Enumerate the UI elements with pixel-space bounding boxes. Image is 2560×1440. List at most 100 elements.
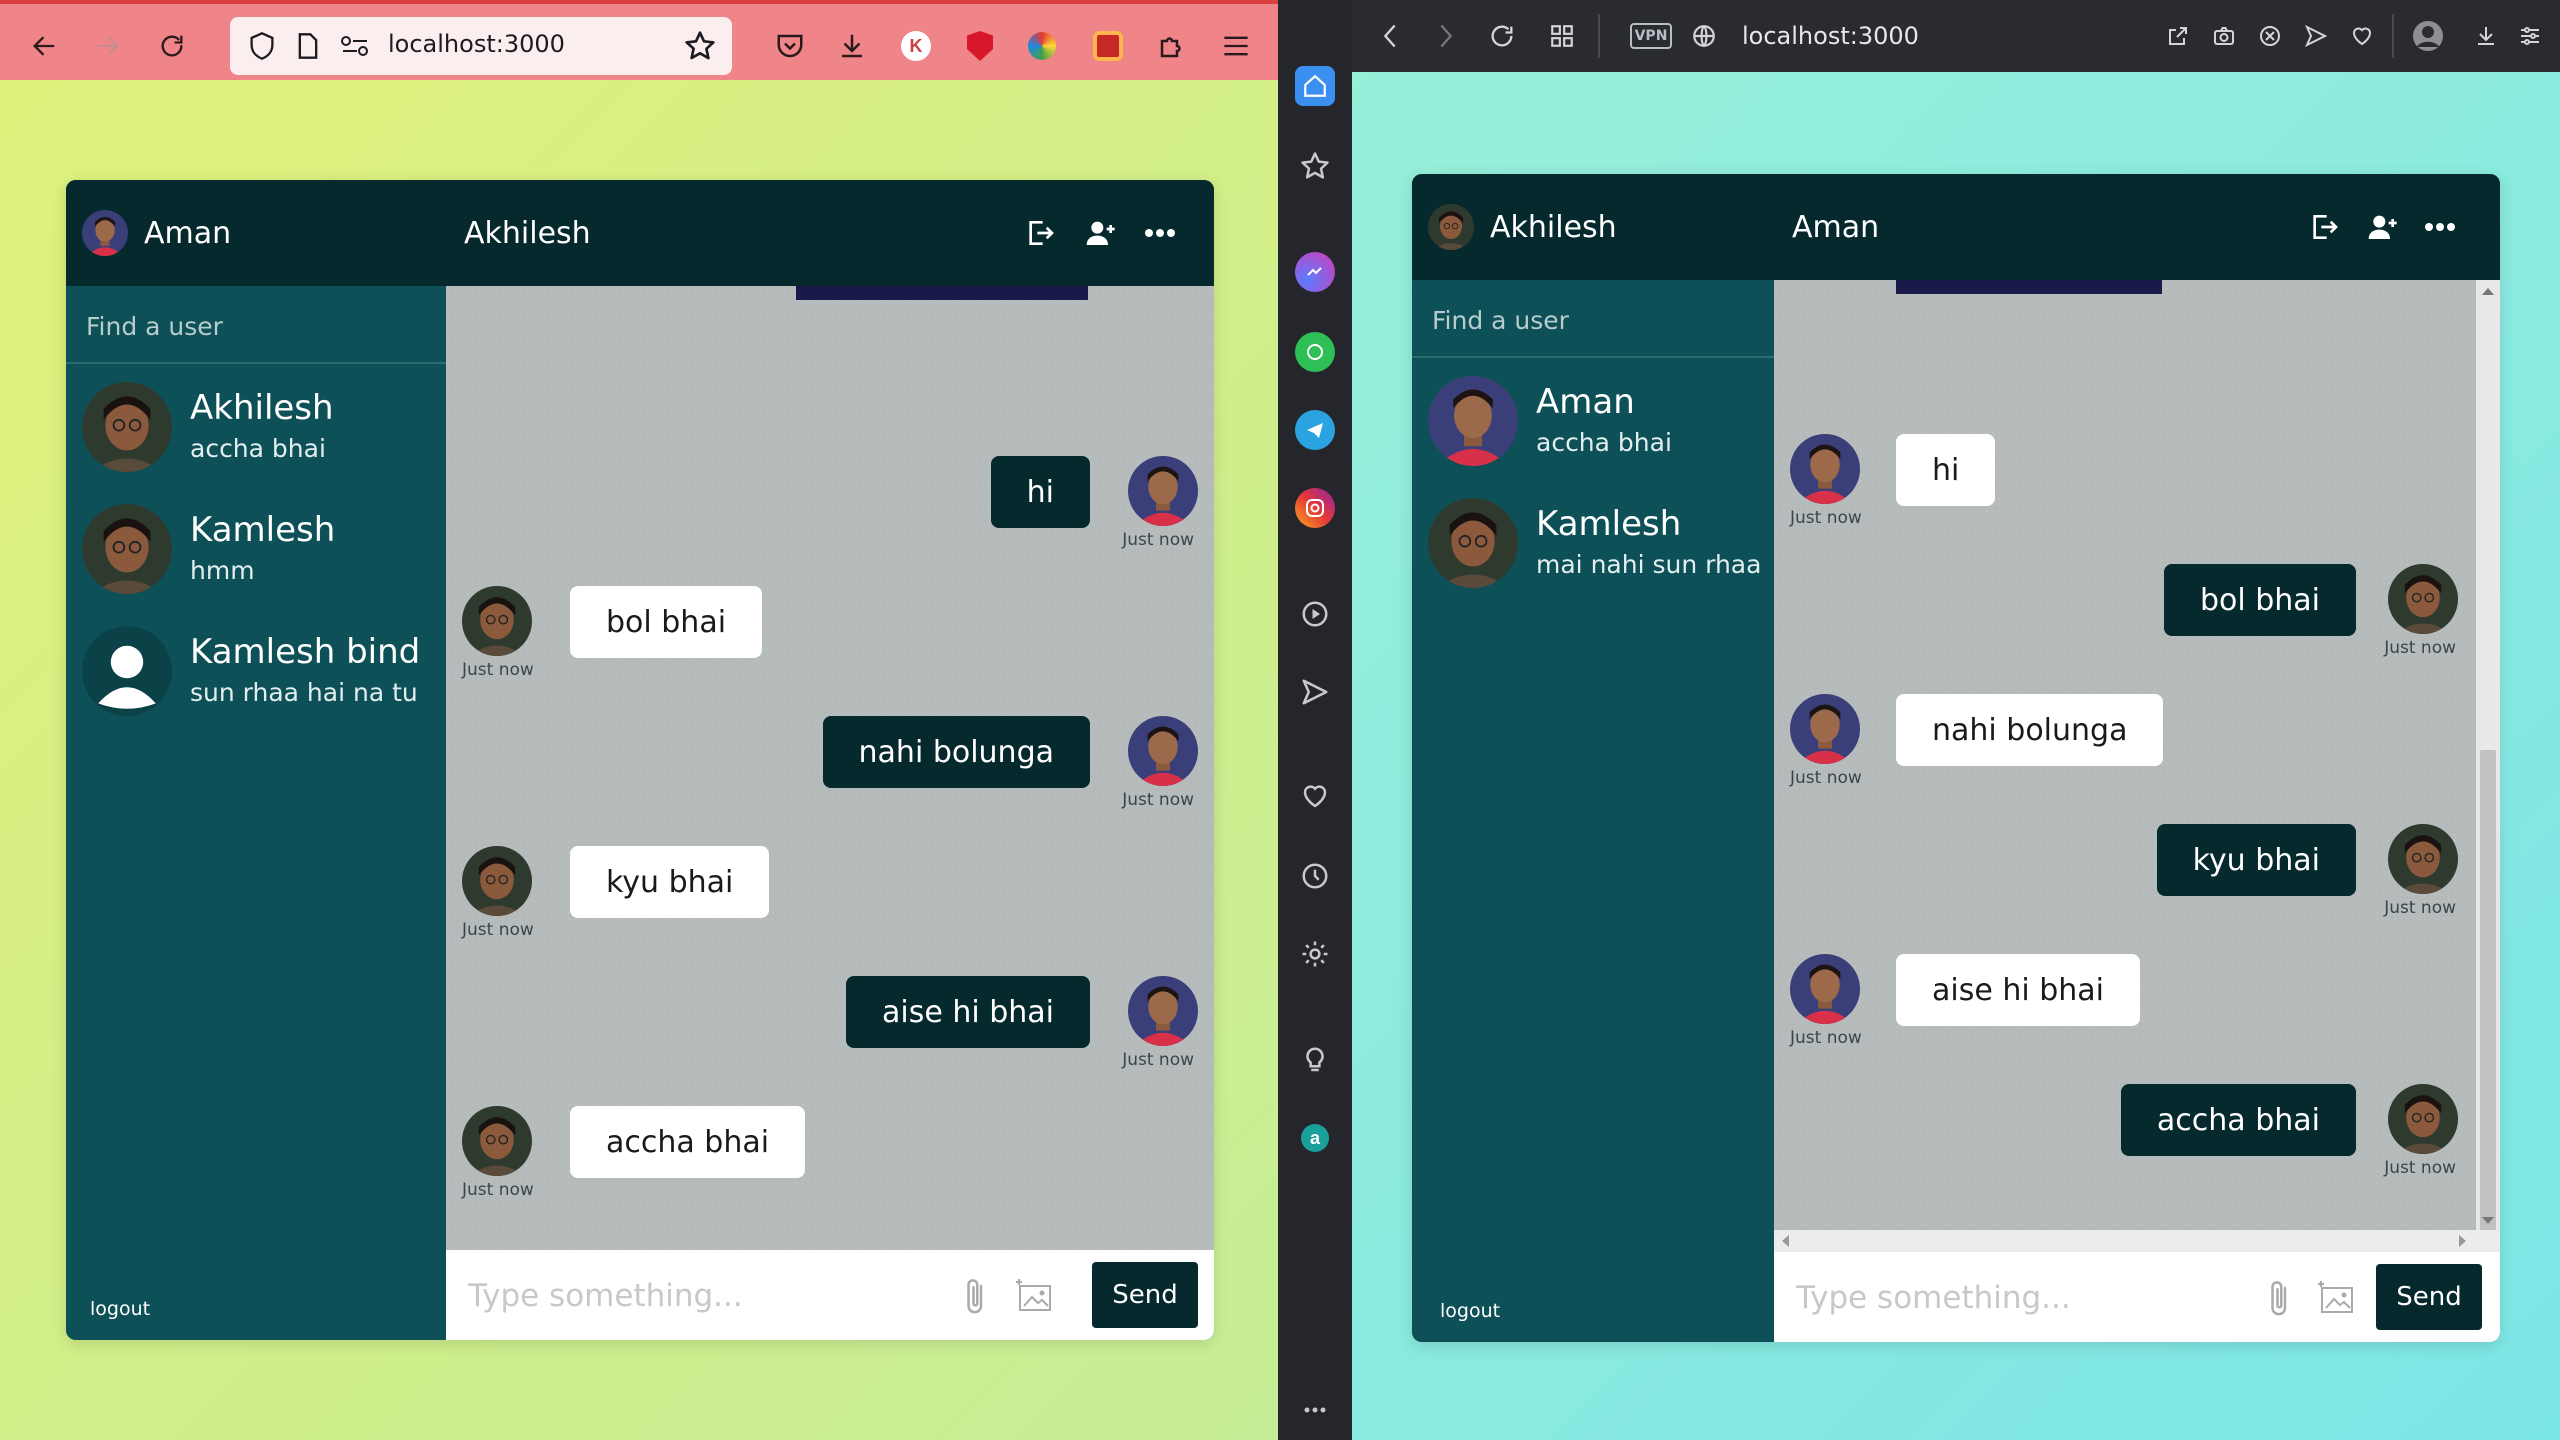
chat-header: Akhilesh: [446, 180, 1214, 286]
user-list-item[interactable]: Kamlesh bind sun rhaa hai na tu: [66, 608, 446, 726]
scroll-right-arrow-icon[interactable]: [2459, 1235, 2466, 1247]
aria-icon[interactable]: a: [1295, 1118, 1335, 1158]
user-list-item[interactable]: Akhilesh accha bhai: [66, 364, 446, 482]
tabs-grid-icon[interactable]: [1542, 16, 1582, 56]
image-upload-icon[interactable]: [2314, 1274, 2358, 1322]
heart-icon[interactable]: [2342, 16, 2382, 56]
back-chevron-icon[interactable]: [1370, 16, 1410, 56]
attach-file-icon[interactable]: [954, 1272, 998, 1320]
logout-button[interactable]: logout: [1440, 1300, 1500, 1322]
user-search: [66, 286, 446, 364]
message-time: Just now: [1790, 1028, 1862, 1048]
search-input[interactable]: [1432, 300, 1752, 340]
scroll-left-arrow-icon[interactable]: [1782, 1235, 1789, 1247]
settings-gear-icon[interactable]: [1295, 934, 1335, 974]
bug-extension-icon[interactable]: [1088, 26, 1128, 66]
sidebar-header: Aman: [66, 180, 446, 286]
message-time: Just now: [2384, 898, 2456, 918]
avatar: [1128, 716, 1198, 786]
lightbulb-icon[interactable]: [1295, 1040, 1335, 1080]
image-message-edge: [1896, 280, 2162, 294]
share-icon[interactable]: [2158, 16, 2198, 56]
logout-button[interactable]: logout: [90, 1298, 150, 1320]
instagram-icon[interactable]: [1295, 488, 1335, 528]
chat-sidebar: Akhilesh Aman accha bhai Kamlesh mai nah…: [1412, 174, 1774, 1342]
user-list-item[interactable]: Kamlesh hmm: [66, 486, 446, 604]
message-row-received: Just now accha bhai: [446, 1106, 1214, 1206]
add-user-icon[interactable]: [1080, 213, 1120, 253]
bookmark-star-icon[interactable]: [684, 30, 716, 62]
avatar: [2388, 564, 2458, 634]
avatar[interactable]: [82, 210, 128, 256]
exit-chat-icon[interactable]: [2304, 207, 2344, 247]
default-avatar-icon: [82, 626, 172, 716]
send-button[interactable]: Send: [1092, 1262, 1198, 1328]
easy-setup-icon[interactable]: [2510, 16, 2550, 56]
messenger-icon[interactable]: [1295, 252, 1335, 292]
avatar: [462, 1106, 532, 1176]
chat-app: Akhilesh Aman accha bhai Kamlesh mai nah…: [1412, 174, 2500, 1342]
user-search: [1412, 280, 1774, 358]
scroll-down-arrow-icon[interactable]: [2482, 1217, 2494, 1224]
avatar[interactable]: [1428, 204, 1474, 250]
send-button[interactable]: Send: [2376, 1264, 2482, 1330]
reload-icon[interactable]: [152, 26, 192, 66]
download-icon[interactable]: [2466, 16, 2506, 56]
firefox-toolbar: localhost:3000 K: [0, 0, 1278, 80]
opera-toolbar: VPN localhost:3000: [1352, 0, 2560, 72]
camera-icon[interactable]: [2204, 16, 2244, 56]
attach-file-icon[interactable]: [2258, 1274, 2302, 1322]
heart-icon[interactable]: [1295, 776, 1335, 816]
more-dots-icon[interactable]: [1295, 1390, 1335, 1430]
user-list-item[interactable]: Aman accha bhai: [1412, 358, 1774, 476]
message-time: Just now: [462, 1180, 534, 1200]
search-input[interactable]: [86, 306, 426, 346]
toolbar-divider: [1598, 14, 1600, 58]
pocket-icon[interactable]: [770, 26, 810, 66]
exit-chat-icon[interactable]: [1020, 213, 1060, 253]
shield-icon[interactable]: [248, 31, 276, 61]
back-arrow-icon[interactable]: [24, 26, 64, 66]
reload-icon[interactable]: [1482, 16, 1522, 56]
ublock-icon[interactable]: [960, 26, 1000, 66]
history-clock-icon[interactable]: [1295, 856, 1335, 896]
telegram-icon[interactable]: [1295, 410, 1335, 450]
block-ads-icon[interactable]: [2250, 16, 2290, 56]
avatar: [82, 382, 172, 472]
message-row-received: Just now bol bhai: [446, 586, 1214, 686]
more-options-icon[interactable]: [2420, 207, 2460, 247]
vpn-badge[interactable]: VPN: [1630, 23, 1672, 49]
message-input[interactable]: [468, 1272, 908, 1320]
send-flow-icon[interactable]: [1295, 672, 1335, 712]
message-bubble: nahi bolunga: [822, 716, 1090, 788]
url-text[interactable]: localhost:3000: [1742, 22, 1919, 50]
avatar: [1428, 498, 1518, 588]
message-list: hi Just now Just now bol bhai nahi bolun…: [446, 286, 1214, 1250]
horizontal-scrollbar[interactable]: [1774, 1230, 2500, 1252]
add-user-icon[interactable]: [2362, 207, 2402, 247]
home-icon[interactable]: [1295, 66, 1335, 106]
menu-icon[interactable]: [1216, 26, 1256, 66]
whatsapp-icon[interactable]: [1295, 332, 1335, 372]
send-icon[interactable]: [2296, 16, 2336, 56]
message-input[interactable]: [1796, 1274, 2216, 1322]
profile-avatar-icon[interactable]: [2408, 16, 2448, 56]
colorful-extension-icon[interactable]: [1022, 26, 1062, 66]
user-list-item[interactable]: Kamlesh mai nahi sun rhaa: [1412, 480, 1774, 598]
image-upload-icon[interactable]: [1012, 1272, 1056, 1320]
more-options-icon[interactable]: [1140, 213, 1180, 253]
speed-dial-star-icon[interactable]: [1295, 146, 1335, 186]
player-icon[interactable]: [1295, 594, 1335, 634]
forward-arrow-icon[interactable]: [88, 26, 128, 66]
url-text[interactable]: localhost:3000: [388, 30, 565, 58]
extensions-puzzle-icon[interactable]: [1152, 26, 1192, 66]
forward-chevron-icon[interactable]: [1426, 16, 1466, 56]
chat-partner-name: Akhilesh: [464, 216, 591, 251]
scroll-up-arrow-icon[interactable]: [2482, 288, 2494, 295]
globe-icon[interactable]: [1684, 16, 1724, 56]
address-bar[interactable]: localhost:3000: [230, 17, 732, 75]
permissions-icon[interactable]: [340, 35, 370, 57]
message-time: Just now: [462, 920, 534, 940]
download-icon[interactable]: [832, 26, 872, 66]
k-extension-icon[interactable]: K: [896, 26, 936, 66]
